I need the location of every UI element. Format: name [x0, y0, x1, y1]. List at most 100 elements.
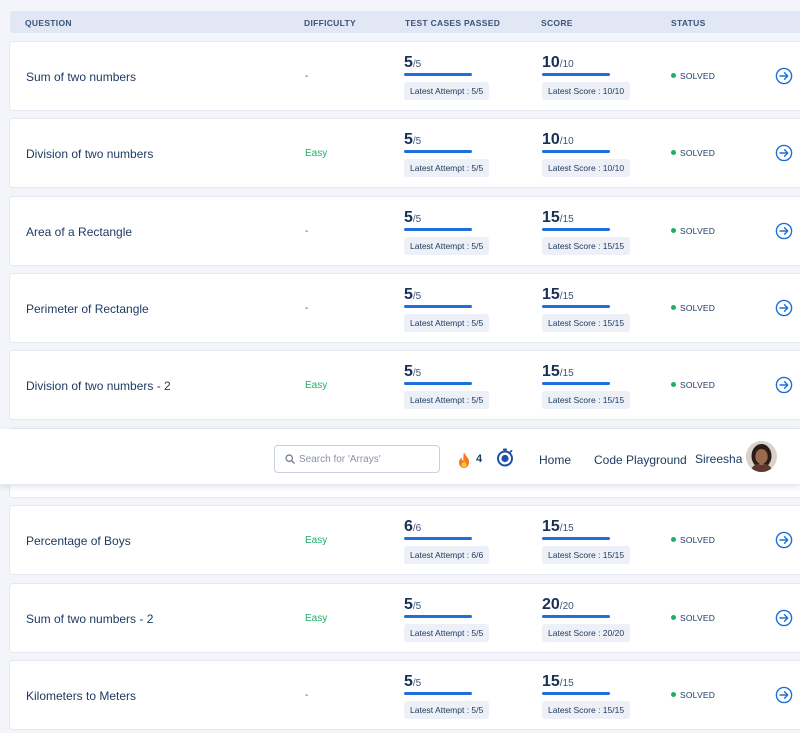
- question-title[interactable]: Perimeter of Rectangle: [26, 302, 149, 316]
- status-label: SOLVED: [680, 148, 716, 158]
- test-cases-metric: 5/5 Latest Attempt : 5/5: [404, 54, 490, 100]
- table-row[interactable]: Percentage of Boys Easy 6/6 Latest Attem…: [9, 505, 800, 575]
- tests-progress-bar: [404, 692, 472, 695]
- latest-score-badge: Latest Score : 20/20: [542, 624, 631, 642]
- difficulty-label: -: [305, 71, 309, 82]
- score-metric: 15/15 Latest Score : 15/15: [542, 673, 631, 719]
- latest-score-badge: Latest Score : 15/15: [542, 701, 631, 719]
- tests-progress-bar: [404, 382, 472, 385]
- table-row[interactable]: Area of a Rectangle - 5/5 Latest Attempt…: [9, 196, 800, 266]
- latest-attempt-badge: Latest Attempt : 5/5: [404, 314, 490, 332]
- tests-passed-value: 5: [404, 363, 413, 380]
- nav-home[interactable]: Home: [539, 453, 571, 467]
- question-title[interactable]: Sum of two numbers: [26, 70, 136, 84]
- avatar[interactable]: [746, 441, 777, 472]
- score-value: 10: [542, 54, 560, 71]
- difficulty-label: Easy: [305, 535, 328, 546]
- stopwatch-icon[interactable]: [496, 448, 514, 467]
- table-row[interactable]: Sum of two numbers - 2 Easy 5/5 Latest A…: [9, 583, 800, 653]
- header-test-cases-passed: TEST CASES PASSED: [405, 18, 501, 28]
- score-progress-bar: [542, 382, 610, 385]
- arrow-right-circle-icon[interactable]: [775, 531, 793, 549]
- status-dot-icon: [671, 150, 676, 155]
- table-row[interactable]: Division of two numbers - 2 Easy 5/5 Lat…: [9, 350, 800, 420]
- score-total-value: /15: [559, 214, 574, 225]
- fire-icon: [459, 452, 469, 468]
- score-total-value: /15: [559, 368, 574, 379]
- arrow-right-circle-icon[interactable]: [775, 686, 793, 704]
- table-row[interactable]: Division of two numbers Easy 5/5 Latest …: [9, 118, 800, 188]
- score-value: 15: [542, 286, 560, 303]
- header-status: STATUS: [671, 18, 706, 28]
- search-box[interactable]: [274, 445, 440, 473]
- tests-progress-bar: [404, 615, 472, 618]
- latest-attempt-badge: Latest Attempt : 5/5: [404, 237, 490, 255]
- status-badge: SOLVED: [671, 226, 715, 236]
- score-metric: 15/15 Latest Score : 15/15: [542, 518, 631, 564]
- arrow-right-circle-icon[interactable]: [775, 67, 793, 85]
- latest-score-badge: Latest Score : 15/15: [542, 546, 631, 564]
- difficulty-label: Easy: [305, 613, 328, 624]
- question-title[interactable]: Division of two numbers - 2: [26, 379, 171, 393]
- score-progress-bar: [542, 73, 610, 76]
- question-title[interactable]: Sum of two numbers - 2: [26, 612, 153, 626]
- arrow-right-circle-icon[interactable]: [775, 222, 793, 240]
- tests-progress-bar: [404, 537, 472, 540]
- header-question: QUESTION: [25, 18, 72, 28]
- score-progress-bar: [542, 305, 610, 308]
- status-dot-icon: [671, 73, 676, 78]
- status-label: SOLVED: [680, 535, 716, 545]
- difficulty-label: -: [305, 303, 309, 314]
- status-badge: SOLVED: [671, 71, 715, 81]
- latest-attempt-badge: Latest Attempt : 5/5: [404, 159, 490, 177]
- user-name[interactable]: Sireesha: [695, 452, 742, 466]
- status-badge: SOLVED: [671, 380, 715, 390]
- score-total-value: /20: [559, 601, 574, 612]
- tests-passed-value: 5: [404, 286, 413, 303]
- score-metric: 15/15 Latest Score : 15/15: [542, 209, 631, 255]
- status-label: SOLVED: [680, 690, 716, 700]
- tests-progress-bar: [404, 73, 472, 76]
- table-row[interactable]: Kilometers to Meters - 5/5 Latest Attemp…: [9, 660, 800, 730]
- header-difficulty: DIFFICULTY: [304, 18, 356, 28]
- tests-passed-value: 5: [404, 673, 413, 690]
- tests-passed-value: 5: [404, 131, 413, 148]
- difficulty-label: -: [305, 690, 309, 701]
- latest-attempt-badge: Latest Attempt : 5/5: [404, 624, 490, 642]
- arrow-right-circle-icon[interactable]: [775, 609, 793, 627]
- tests-total-value: /5: [412, 59, 422, 70]
- table-header: QUESTION DIFFICULTY TEST CASES PASSED SC…: [10, 11, 800, 33]
- status-dot-icon: [671, 305, 676, 310]
- status-dot-icon: [671, 692, 676, 697]
- difficulty-label: Easy: [305, 380, 328, 391]
- search-input[interactable]: [299, 450, 435, 469]
- table-row[interactable]: Sum of two numbers - 5/5 Latest Attempt …: [9, 41, 800, 111]
- latest-score-badge: Latest Score : 10/10: [542, 159, 631, 177]
- status-dot-icon: [671, 382, 676, 387]
- status-dot-icon: [671, 537, 676, 542]
- question-title[interactable]: Kilometers to Meters: [26, 689, 136, 703]
- status-badge: SOLVED: [671, 303, 715, 313]
- nav-code-playground[interactable]: Code Playground: [594, 453, 687, 467]
- question-title[interactable]: Area of a Rectangle: [26, 225, 132, 239]
- latest-attempt-badge: Latest Attempt : 5/5: [404, 701, 490, 719]
- latest-score-badge: Latest Score : 15/15: [542, 237, 631, 255]
- test-cases-metric: 5/5 Latest Attempt : 5/5: [404, 209, 490, 255]
- latest-score-badge: Latest Score : 10/10: [542, 82, 631, 100]
- table-row[interactable]: Perimeter of Rectangle - 5/5 Latest Atte…: [9, 273, 800, 343]
- arrow-right-circle-icon[interactable]: [775, 299, 793, 317]
- latest-attempt-badge: Latest Attempt : 5/5: [404, 82, 490, 100]
- arrow-right-circle-icon[interactable]: [775, 376, 793, 394]
- score-value: 15: [542, 673, 560, 690]
- question-title[interactable]: Division of two numbers: [26, 147, 153, 161]
- status-label: SOLVED: [680, 303, 716, 313]
- tests-passed-value: 6: [404, 518, 413, 535]
- difficulty-label: -: [305, 226, 309, 237]
- score-value: 15: [542, 209, 560, 226]
- arrow-right-circle-icon[interactable]: [775, 144, 793, 162]
- question-title[interactable]: Percentage of Boys: [26, 534, 131, 548]
- latest-attempt-badge: Latest Attempt : 5/5: [404, 391, 490, 409]
- score-progress-bar: [542, 150, 610, 153]
- score-progress-bar: [542, 615, 610, 618]
- tests-passed-value: 5: [404, 209, 413, 226]
